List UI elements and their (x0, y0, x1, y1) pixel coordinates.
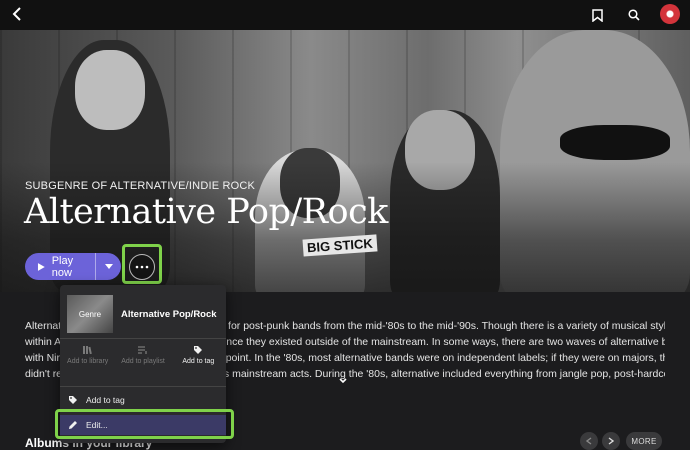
tag-icon (69, 396, 77, 404)
hero-image (75, 50, 145, 130)
play-icon (37, 262, 45, 271)
play-options-dropdown[interactable] (96, 253, 121, 280)
play-button-group: Play now (25, 253, 121, 280)
bookmark-button[interactable] (586, 4, 608, 26)
action-label: Add to tag (182, 358, 215, 365)
scroll-left-button[interactable] (580, 432, 598, 450)
search-button[interactable] (623, 4, 645, 26)
play-now-button[interactable]: Play now (25, 253, 95, 280)
playlist-icon (138, 346, 148, 354)
expand-chevron-icon[interactable] (338, 376, 348, 386)
menu-item-add-to-tag[interactable]: Add to tag (60, 390, 226, 410)
search-icon (628, 9, 640, 21)
bookmark-icon (591, 8, 603, 22)
play-now-label: Play now (51, 254, 74, 279)
tag-icon (194, 346, 203, 354)
page-title: Alternative Pop/Rock (24, 192, 388, 232)
add-to-tag-action[interactable]: Add to tag (171, 345, 226, 381)
add-to-library-action[interactable]: Add to library (60, 345, 115, 381)
genre-subtitle: SUBGENRE OF ALTERNATIVE/INDIE ROCK (25, 180, 256, 192)
menu-header: Genre Alternative Pop/Rock (67, 292, 219, 336)
menu-quick-actions: Add to library Add to playlist Add to ta… (60, 345, 226, 381)
highlight-box-edit (55, 409, 234, 439)
highlight-box-more (122, 244, 162, 284)
library-icon (83, 346, 92, 355)
divider (60, 386, 226, 387)
hero-image (560, 125, 670, 160)
thumbnail-label: Genre (78, 309, 102, 319)
more-button[interactable]: MORE (626, 432, 662, 450)
back-button[interactable] (6, 3, 28, 25)
menu-item-label: Add to tag (86, 395, 125, 405)
menu-item-name: Alternative Pop/Rock (121, 308, 217, 320)
chevron-left-icon (12, 7, 21, 21)
chevron-down-icon (104, 264, 113, 269)
chevron-right-icon (608, 437, 614, 445)
user-avatar[interactable] (660, 4, 680, 24)
action-label: Add to library (67, 358, 109, 365)
divider (60, 338, 226, 339)
action-label: Add to playlist (121, 358, 165, 365)
scroll-right-button[interactable] (602, 432, 620, 450)
chevron-left-icon (586, 437, 592, 445)
add-to-playlist-action[interactable]: Add to playlist (115, 345, 170, 381)
top-bar (0, 0, 690, 30)
genre-thumbnail: Genre (67, 295, 113, 333)
